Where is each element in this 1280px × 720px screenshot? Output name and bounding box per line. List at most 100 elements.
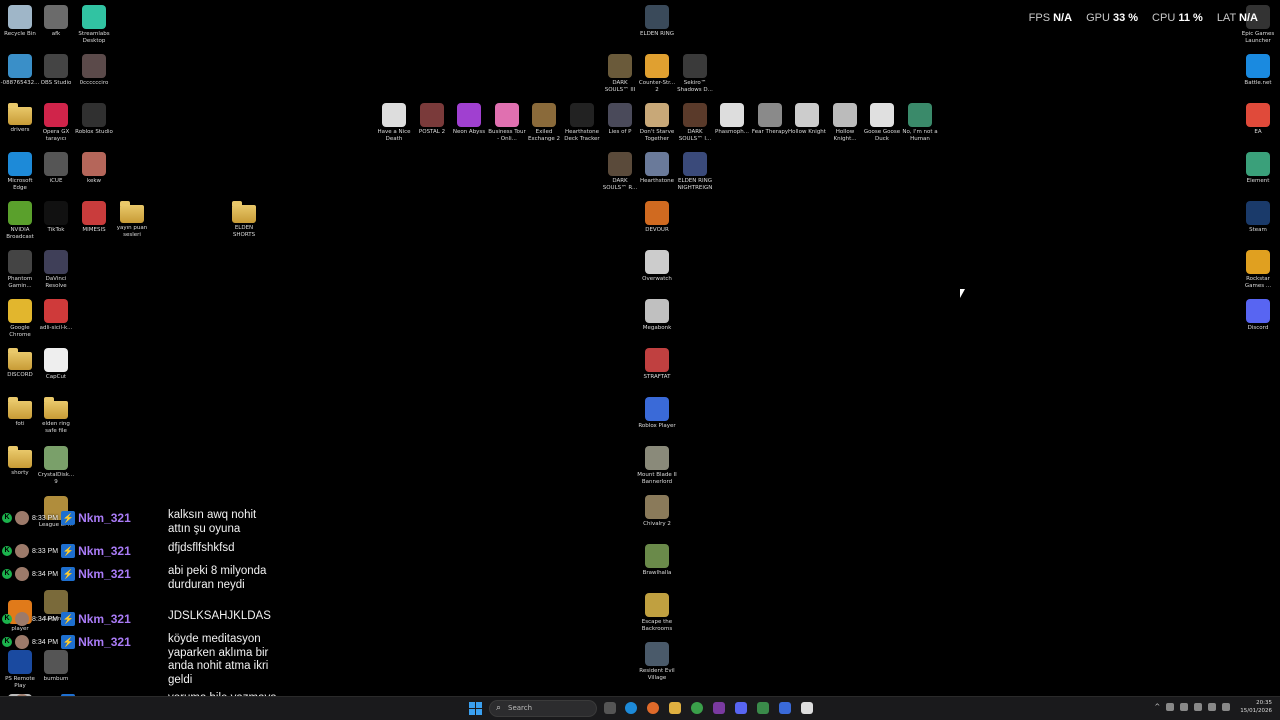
recycle-bin-icon	[8, 5, 32, 29]
kick-icon: ⚡	[61, 635, 76, 649]
desktop-shortcut[interactable]: Epic Games Launcher	[1238, 3, 1278, 45]
desktop-shortcut[interactable]: Escape the Backrooms	[637, 591, 677, 633]
desktop-shortcut[interactable]: NVIDIA Broadcast	[0, 199, 40, 241]
desktop-shortcut[interactable]: Microsoft Edge	[0, 150, 40, 192]
desktop-shortcut-label: ELDEN RING NIGHTREIGN	[677, 178, 713, 191]
desktop-shortcut[interactable]: Mount Blade II Bannerlord	[637, 444, 677, 486]
file-explorer-icon[interactable]	[669, 702, 681, 714]
desktop-shortcut[interactable]: Phantom Gamin...	[0, 248, 40, 290]
desktop-shortcut[interactable]: shorty	[0, 444, 40, 477]
capcut-taskbar-icon[interactable]	[801, 702, 813, 714]
desktop-shortcut[interactable]: DARK SOULS™ III	[600, 52, 640, 94]
desktop-shortcut[interactable]: Phasmoph...	[712, 101, 752, 136]
desktop-shortcut[interactable]: Goose Goose Duck	[862, 101, 902, 143]
start-button[interactable]	[469, 702, 482, 715]
desktop-shortcut[interactable]: OBS Studio	[36, 52, 76, 87]
desktop-shortcut[interactable]: bumbum	[36, 648, 76, 683]
discord-taskbar-icon[interactable]	[735, 702, 747, 714]
desktop-shortcut[interactable]: Exiled Exchange 2	[524, 101, 564, 143]
desktop-shortcut[interactable]: DARK SOULS™ R...	[600, 150, 640, 192]
desktop-shortcut[interactable]: Have a Nice Death	[374, 101, 414, 143]
chevron-up-icon[interactable]: ^	[1154, 703, 1160, 711]
settings-taskbar-icon[interactable]	[757, 702, 769, 714]
desktop-shortcut[interactable]: Hearthstone Deck Tracker	[562, 101, 602, 143]
desktop-shortcut[interactable]: TikTok	[36, 199, 76, 234]
tray-app-icon[interactable]	[1194, 703, 1203, 711]
desktop-shortcut[interactable]: POSTAL 2	[412, 101, 452, 136]
desktop-shortcut-label: adli-sicil-k...	[39, 325, 73, 331]
desktop-shortcut[interactable]: Recycle Bin	[0, 3, 40, 38]
desktop-shortcut[interactable]: elden ring safe file	[36, 395, 76, 435]
desktop-shortcut[interactable]: DARK SOULS™ I...	[675, 101, 715, 143]
tray-app-icon[interactable]	[1180, 703, 1189, 711]
image-file-icon	[8, 54, 32, 78]
desktop-shortcut[interactable]: ELDEN SHORTS	[224, 199, 264, 239]
app-taskbar-icon[interactable]	[779, 702, 791, 714]
desktop-shortcut[interactable]: Roblox Player	[637, 395, 677, 430]
chat-text: JDSLKSAHJKLDAS	[168, 610, 271, 622]
desktop-shortcut[interactable]: MIMESIS	[74, 199, 114, 234]
desktop-shortcut-label: Counter-Str... 2	[638, 80, 676, 93]
desktop-shortcut[interactable]: Steam	[1238, 199, 1278, 234]
desktop-shortcut[interactable]: yayın puan sesleri	[112, 199, 152, 239]
crystaldisk-icon	[44, 446, 68, 470]
desktop-shortcut[interactable]: drivers	[0, 101, 40, 134]
desktop-shortcut[interactable]: Megabonk	[637, 297, 677, 332]
volume-icon[interactable]	[1222, 703, 1231, 711]
desktop-shortcut[interactable]: Chivalry 2	[637, 493, 677, 528]
gpu-readout: GPU 33 %	[1086, 12, 1139, 24]
desktop-shortcut[interactable]: Battle.net	[1238, 52, 1278, 87]
clock[interactable]: 20:35 15/01/2026	[1240, 699, 1272, 715]
desktop-shortcut[interactable]: ELDEN RING	[637, 3, 677, 38]
desktop-shortcut-label: Resident Evil Village	[639, 668, 675, 681]
desktop-shortcut[interactable]: Element	[1238, 150, 1278, 185]
desktop-shortcut[interactable]: Google Chrome	[0, 297, 40, 339]
desktop-shortcut[interactable]: Brawlhalla	[637, 542, 677, 577]
desktop-shortcut[interactable]: iCUE	[36, 150, 76, 185]
desktop-shortcut[interactable]: Resident Evil Village	[637, 640, 677, 682]
desktop-shortcut[interactable]: Sekiro™ Shadows D...	[675, 52, 715, 94]
desktop-shortcut[interactable]: Streamlabs Desktop	[74, 3, 114, 45]
desktop-shortcut[interactable]: adli-sicil-k...	[36, 297, 76, 332]
desktop-shortcut[interactable]: STRAFTAT	[637, 346, 677, 381]
tray-app-icon[interactable]	[1166, 703, 1175, 711]
desktop-shortcut[interactable]: Business Tour - Onli...	[487, 101, 527, 143]
desktop-shortcut[interactable]: DISCORD	[0, 346, 40, 379]
desktop-shortcut[interactable]: kekw	[74, 150, 114, 185]
desktop-shortcut-label: Have a Nice Death	[377, 129, 411, 142]
desktop-shortcut[interactable]: CapCut	[36, 346, 76, 381]
desktop-shortcut[interactable]: Opera GX tarayıcı	[36, 101, 76, 143]
desktop-shortcut[interactable]: Hearthstone	[637, 150, 677, 185]
desktop-shortcut[interactable]: Counter-Str... 2	[637, 52, 677, 94]
desktop-shortcut[interactable]: Hollow Knight	[787, 101, 827, 136]
desktop-shortcut[interactable]: Neon Abyss	[449, 101, 489, 136]
desktop-shortcut[interactable]: No, I'm not a Human	[900, 101, 940, 143]
chrome-taskbar-icon[interactable]	[691, 702, 703, 714]
desktop-shortcut[interactable]: Rockstar Games ...	[1238, 248, 1278, 290]
desktop-shortcut[interactable]: -088765432...	[0, 52, 40, 87]
desktop-shortcut[interactable]: Discord	[1238, 297, 1278, 332]
desktop-shortcut[interactable]: PS Remote Play	[0, 648, 40, 690]
desktop-shortcut[interactable]: ELDEN RING NIGHTREIGN	[675, 150, 715, 192]
network-icon[interactable]	[1208, 703, 1217, 711]
desktop-shortcut[interactable]: Roblox Studio	[74, 101, 114, 136]
desktop-shortcut[interactable]: afk	[36, 3, 76, 38]
desktop-shortcut[interactable]: Hollow Knight...	[825, 101, 865, 143]
desktop-shortcut[interactable]: EA	[1238, 101, 1278, 136]
desktop-shortcut[interactable]: DaVinci Resolve	[36, 248, 76, 290]
desktop-shortcut-label: Hearthstone	[639, 178, 675, 184]
desktop-shortcut[interactable]: DEVOUR	[637, 199, 677, 234]
desktop-shortcut[interactable]: Overwatch	[637, 248, 677, 283]
firefox-taskbar-icon[interactable]	[647, 702, 659, 714]
desktop-shortcut[interactable]: 0cccccciro	[74, 52, 114, 87]
desktop-shortcut[interactable]: foti	[0, 395, 40, 428]
edge-taskbar-icon[interactable]	[625, 702, 637, 714]
opera-gx-taskbar-icon[interactable]	[713, 702, 725, 714]
task-view-icon[interactable]	[604, 702, 616, 714]
desktop-shortcut[interactable]: Lies of P	[600, 101, 640, 136]
desktop-shortcut[interactable]: CrystalDisk... 9	[36, 444, 76, 486]
lies-of-p-icon	[608, 103, 632, 127]
desktop-shortcut[interactable]: Fear Therapy	[750, 101, 790, 136]
search-box[interactable]: ⌕ Search	[489, 700, 597, 717]
desktop-shortcut[interactable]: Don't Starve Together	[637, 101, 677, 143]
